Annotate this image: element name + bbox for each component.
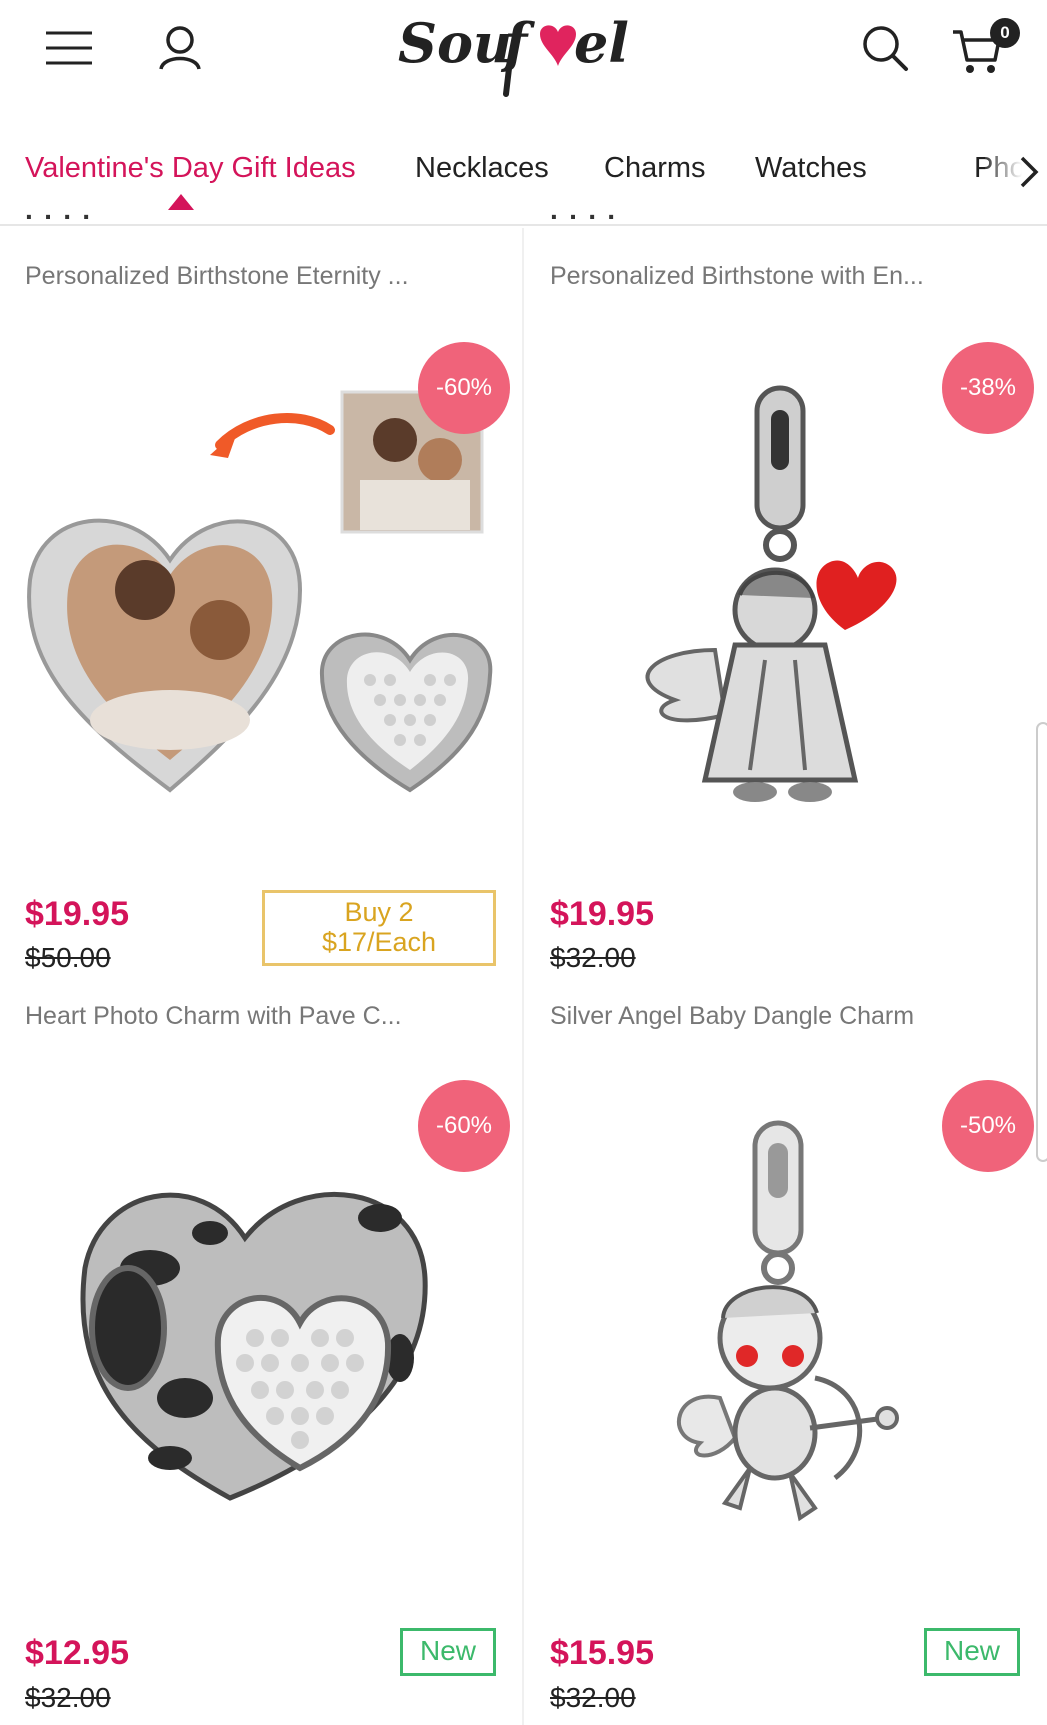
product-price: $19.95 (550, 895, 654, 933)
promo-line-2: $17/Each (321, 927, 437, 957)
hamburger-menu-icon (46, 31, 92, 65)
discount-badge: -50% (942, 1080, 1034, 1172)
product-card[interactable]: -60% $19.95 $50.00 Buy 2 $17/Each Heart … (0, 330, 520, 1050)
soufeel-logo[interactable]: Sou f el (392, 0, 662, 100)
product-name[interactable]: Silver Angel Baby Dangle Charm (550, 1002, 914, 1031)
hamburger-menu-button[interactable] (34, 20, 104, 76)
category-tabs: Valentine's Day Gift Ideas Necklaces Cha… (0, 128, 1047, 226)
discount-badge: -60% (418, 1080, 510, 1172)
scrollbar[interactable] (1036, 722, 1047, 1162)
product-card[interactable]: -50% $15.95 $32.00 New (525, 1068, 1045, 1725)
product-original-price: $32.00 (25, 1682, 111, 1713)
user-icon (159, 26, 201, 70)
tab-necklaces[interactable]: Necklaces (415, 152, 549, 185)
tab-watches[interactable]: Watches (755, 152, 867, 185)
product-price: $19.95 (25, 895, 129, 933)
prev-right-price-cut: · · · · (550, 212, 618, 228)
buy-2-promo-badge: Buy 2 $17/Each (262, 890, 496, 966)
grid-column-divider (522, 228, 524, 1725)
product-card[interactable]: -60% $12.95 $32.00 New (0, 1068, 520, 1725)
product-price: $15.95 (550, 1634, 654, 1672)
product-name[interactable]: Personalized Birthstone Eternity ... (25, 262, 409, 291)
active-tab-indicator (168, 194, 194, 210)
svg-text:Sou: Sou (398, 11, 512, 75)
new-badge: New (924, 1628, 1020, 1676)
top-header: Sou f el 0 (0, 0, 1047, 105)
prev-left-price-cut: · · · · (25, 212, 93, 228)
svg-text:f: f (500, 11, 535, 75)
account-button[interactable] (150, 18, 210, 78)
promo-line-1: Buy 2 (344, 897, 414, 927)
product-original-price: $32.00 (550, 1682, 636, 1713)
search-button[interactable] (855, 18, 915, 78)
discount-badge: -60% (418, 342, 510, 434)
search-icon (863, 26, 908, 71)
product-name[interactable]: Personalized Birthstone with En... (550, 262, 924, 291)
product-original-price: $32.00 (550, 942, 636, 973)
tabs-next-button[interactable] (1012, 150, 1046, 194)
product-name[interactable]: Heart Photo Charm with Pave C... (25, 1002, 402, 1031)
cart-button[interactable]: 0 (945, 14, 1025, 80)
tab-charms[interactable]: Charms (604, 152, 706, 185)
product-original-price: $50.00 (25, 942, 111, 973)
new-badge: New (400, 1628, 496, 1676)
tab-valentines-day-gift-ideas[interactable]: Valentine's Day Gift Ideas (25, 152, 356, 185)
cart-count-badge: 0 (990, 18, 1020, 48)
svg-text:el: el (574, 11, 629, 75)
chevron-right-icon (1020, 156, 1039, 188)
product-price: $12.95 (25, 1634, 129, 1672)
discount-badge: -38% (942, 342, 1034, 434)
product-card[interactable]: -38% $19.95 $32.00 Silver Angel Baby Dan… (525, 330, 1045, 1050)
